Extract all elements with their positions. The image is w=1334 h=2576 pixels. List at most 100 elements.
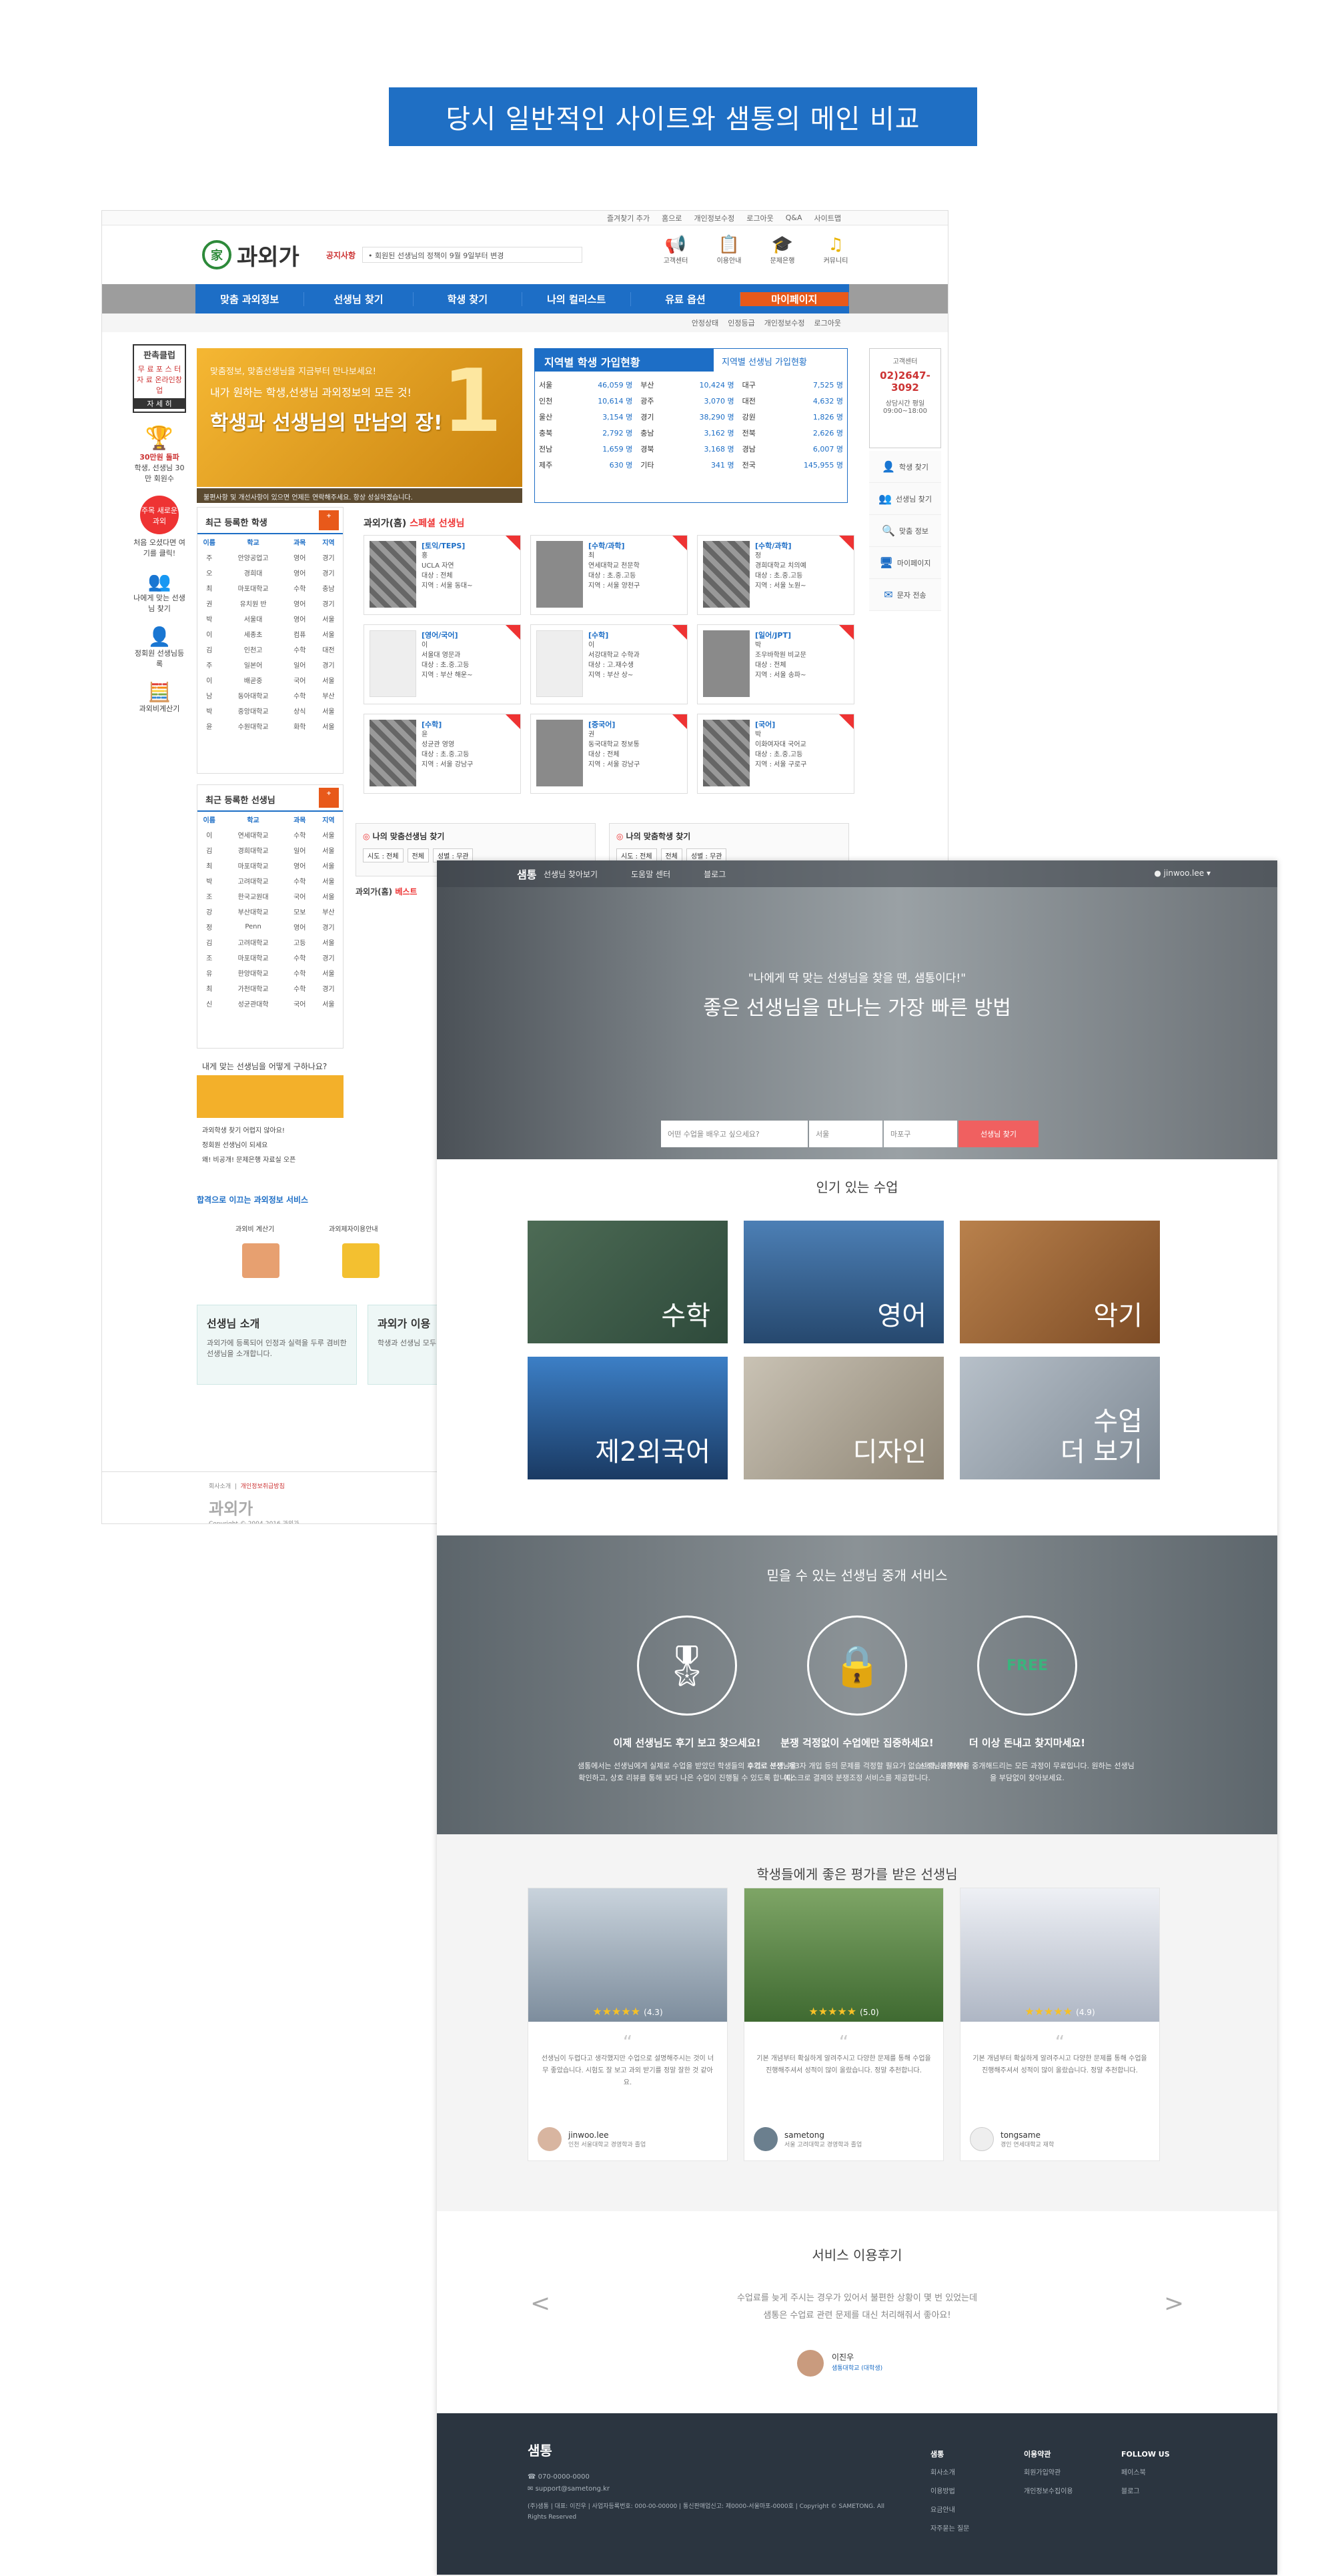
qa-item[interactable]: 과외학생 찾기 어렵지 않아요! xyxy=(202,1125,285,1135)
footer-link[interactable]: 자주묻는 질문 xyxy=(930,2520,969,2539)
footer-link[interactable]: 요금안내 xyxy=(930,2501,969,2520)
old-top-link[interactable]: 개인정보수정 xyxy=(694,213,735,223)
table-row[interactable]: 김 고려대학교 고등 서울 xyxy=(197,934,343,950)
table-row[interactable]: 이 세종초 컴퓨 서울 xyxy=(197,626,343,642)
premium-teacher-card[interactable]: [수학/과학] 정 경희대학교 치의예 대상 : 초.중.고등 지역 : 서울 노원~ xyxy=(697,535,854,615)
notice-label[interactable]: 공지사항 xyxy=(326,249,356,261)
gnb-custom-info[interactable]: 맞춤 과외정보 xyxy=(195,291,305,306)
teacher-review-card[interactable]: ★★★★★ (4.3) “ 선생님이 두렵다고 생각했지만 수업으로 설명해주시… xyxy=(528,1888,728,2161)
premium-teacher-card[interactable]: [수학/과학] 최 연세대학교 천문학 대상 : 초.중.고등 지역 : 서울 양천구 xyxy=(530,535,688,615)
gnb-my-list[interactable]: 나의 컬리스트 xyxy=(522,291,632,306)
premium-teacher-card[interactable]: [수학] 이 서강대학교 수학과 대상 : 고.재수생 지역 : 부산 상~ xyxy=(530,624,688,704)
subject-input[interactable]: 어떤 수업을 배우고 싶으세요? xyxy=(661,1121,808,1147)
svc-guide[interactable]: 과외제자이용안내 xyxy=(329,1223,378,1233)
premium-teacher-card[interactable]: [일어/JPT] 박 조우바학원 비교문 대상 : 전체 지역 : 서울 송파~ xyxy=(697,624,854,704)
tool-community[interactable]: ♫ 커뮤니티 xyxy=(817,235,854,265)
nav-blog[interactable]: 블로그 xyxy=(704,868,726,880)
premium-teacher-card[interactable]: [국어] 박 이화여자대 국어교 대상 : 초.중.고등 지역 : 서울 구로구 xyxy=(697,714,854,794)
old-top-link[interactable]: 홈으로 xyxy=(662,213,682,223)
table-row[interactable]: 정 Penn 영어 경기 xyxy=(197,919,343,934)
table-row[interactable]: 신 성균관대학 국어 서울 xyxy=(197,996,343,1011)
table-row[interactable]: 유 한양대학교 수학 서울 xyxy=(197,965,343,981)
table-row[interactable]: 이 배곧중 국어 서울 xyxy=(197,672,343,688)
nav-find-teacher[interactable]: 선생님 찾아보기 xyxy=(544,868,598,880)
new-class-banner[interactable]: 주목 새로운 과외 처음 오셨다면 여기를 클릭! xyxy=(133,496,186,558)
trophy-banner[interactable]: 🏆 30만원 돌파 학생, 선생님 30만 회원수 xyxy=(133,425,186,484)
footer-link[interactable]: 개인정보수집이용 xyxy=(1024,2483,1073,2501)
old-main-banner[interactable]: 맞춤정보, 맞춤선생님을 지금부터 만나보세요! 내가 원하는 학생,선생님 과… xyxy=(197,348,522,487)
class-design[interactable]: 디자인 xyxy=(744,1357,944,1479)
register-teacher-banner[interactable]: 👤 정회원 선생님등록 xyxy=(133,626,186,669)
table-row[interactable]: 남 동아대학교 수학 부산 xyxy=(197,688,343,703)
region-select[interactable]: 서울 xyxy=(809,1121,882,1147)
tool-guide[interactable]: 📋 이용안내 xyxy=(710,235,748,265)
old-top-link[interactable]: 사이트맵 xyxy=(814,213,841,223)
footer-link[interactable]: 회사소개 xyxy=(209,1483,231,1490)
stats-tab-students[interactable]: 지역별 학생 가입현황 xyxy=(544,356,640,369)
table-row[interactable]: 오 경희대 영어 경기 xyxy=(197,565,343,580)
util-link[interactable]: 로그아웃 xyxy=(814,317,841,328)
qa-item[interactable]: 왜! 비공개! 문제은행 자료실 오픈 xyxy=(202,1154,295,1164)
prev-arrow-icon[interactable]: < xyxy=(530,2290,550,2317)
user-menu[interactable]: ● jinwoo.lee ▾ xyxy=(1154,868,1211,878)
stats-tab-teachers[interactable]: 지역별 선생님 가입현황 xyxy=(714,349,847,372)
class-math[interactable]: 수학 xyxy=(528,1221,728,1343)
util-link[interactable]: 인정등급 xyxy=(728,317,754,328)
table-row[interactable]: 김 경희대학교 일어 서울 xyxy=(197,842,343,858)
teacher-review-card[interactable]: ★★★★★ (5.0) “ 기본 개념부터 확실하게 알려주시고 다양한 문제를… xyxy=(744,1888,944,2161)
more-badge[interactable]: + xyxy=(319,788,339,808)
footer-link[interactable]: 페이스북 xyxy=(1121,2464,1170,2483)
table-row[interactable]: 주 일본어 일어 경기 xyxy=(197,657,343,672)
footer-link[interactable]: 블로그 xyxy=(1121,2483,1170,2501)
region-select[interactable]: 시도 : 전체 xyxy=(363,848,404,862)
new-logo[interactable]: 샘통 xyxy=(517,866,536,882)
table-row[interactable]: 최 가천대학교 수학 경기 xyxy=(197,981,343,996)
quick-find-student[interactable]: 👤 학생 찾기 xyxy=(869,451,941,483)
class-second-language[interactable]: 제2외국어 xyxy=(528,1357,728,1479)
table-row[interactable]: 박 고려대학교 수학 서울 xyxy=(197,873,343,888)
notice-ticker[interactable]: • 회원된 선생님의 정책이 9월 9일부터 변경 xyxy=(362,247,583,263)
teacher-review-card[interactable]: ★★★★★ (4.9) “ 기본 개념부터 확실하게 알려주시고 다양한 문제를… xyxy=(960,1888,1160,2161)
promo-club[interactable]: 판촉클럽 무 료 포 스 터 자 료 온라인창업 자 세 히 xyxy=(133,344,186,413)
footer-link[interactable]: 이용방법 xyxy=(930,2483,969,2501)
quick-custom-info[interactable]: 🔍 맞춤 정보 xyxy=(869,515,941,547)
premium-teacher-card[interactable]: [중국어] 권 동국대학교 정보통 대상 : 전체 지역 : 서울 강남구 xyxy=(530,714,688,794)
old-top-link[interactable]: Q&A xyxy=(786,213,802,222)
find-teacher-button[interactable]: 선생님 찾기 xyxy=(958,1121,1039,1147)
quick-sms[interactable]: ✉ 문자 전송 xyxy=(869,579,941,611)
footer-link[interactable]: 회원가입약관 xyxy=(1024,2464,1073,2483)
quick-find-teacher[interactable]: 👥 선생님 찾기 xyxy=(869,483,941,515)
gnb-paid-option[interactable]: 유료 옵션 xyxy=(631,291,740,306)
footer-link[interactable]: 회사소개 xyxy=(930,2464,969,2483)
premium-teacher-card[interactable]: [토익/TEPS] 홍 UCLA 자연 대상 : 전체 지역 : 서울 동대~ xyxy=(364,535,521,615)
table-row[interactable]: 김 인천고 수학 대전 xyxy=(197,642,343,657)
footer-link[interactable]: 개인정보취급방침 xyxy=(241,1483,285,1490)
table-row[interactable]: 최 마포대학교 영어 서울 xyxy=(197,858,343,873)
table-row[interactable]: 주 안양공업고 영어 경기 xyxy=(197,550,343,565)
table-row[interactable]: 이 연세대학교 수학 서울 xyxy=(197,827,343,842)
class-more[interactable]: 수업 더 보기 xyxy=(960,1357,1160,1479)
old-logo-icon[interactable]: 家 xyxy=(202,240,231,269)
gnb-find-teacher[interactable]: 선생님 찾기 xyxy=(304,291,414,306)
util-link[interactable]: 안정상태 xyxy=(692,317,718,328)
district-select[interactable]: 전체 xyxy=(407,848,429,862)
gnb-mypage[interactable]: 마이페이지 xyxy=(740,291,849,306)
util-link[interactable]: 개인정보수정 xyxy=(764,317,805,328)
table-row[interactable]: 조 한국교원대 국어 서울 xyxy=(197,888,343,904)
tool-customer-center[interactable]: 📢 고객센터 xyxy=(657,235,694,265)
next-arrow-icon[interactable]: > xyxy=(1164,2290,1184,2317)
nav-help[interactable]: 도움말 센터 xyxy=(631,868,670,880)
qa-item[interactable]: 정회원 선생님이 되세요 xyxy=(202,1139,267,1149)
table-row[interactable]: 박 중앙대학교 상식 서울 xyxy=(197,703,343,718)
more-badge[interactable]: + xyxy=(319,510,339,530)
fee-calculator-banner[interactable]: 🧮 과외비계산기 xyxy=(133,681,186,714)
old-top-link[interactable]: 즐겨찾기 추가 xyxy=(607,213,650,223)
old-logo[interactable]: 과외가 xyxy=(237,239,299,271)
gnb-find-student[interactable]: 학생 찾기 xyxy=(414,291,522,306)
table-row[interactable]: 최 마포대학교 수학 충남 xyxy=(197,580,343,596)
premium-teacher-card[interactable]: [영어/국어] 이 서울대 영문과 대상 : 초.중.고등 지역 : 부산 해운~ xyxy=(364,624,521,704)
class-english[interactable]: 영어 xyxy=(744,1221,944,1343)
teacher-intro-box[interactable]: 선생님 소개 과외가에 등록되어 인정과 실력을 두루 겸비한 선생님을 소개합니… xyxy=(197,1305,357,1385)
table-row[interactable]: 윤 수원대학교 화학 서울 xyxy=(197,718,343,734)
table-row[interactable]: 강 부산대학교 모보 부산 xyxy=(197,904,343,919)
